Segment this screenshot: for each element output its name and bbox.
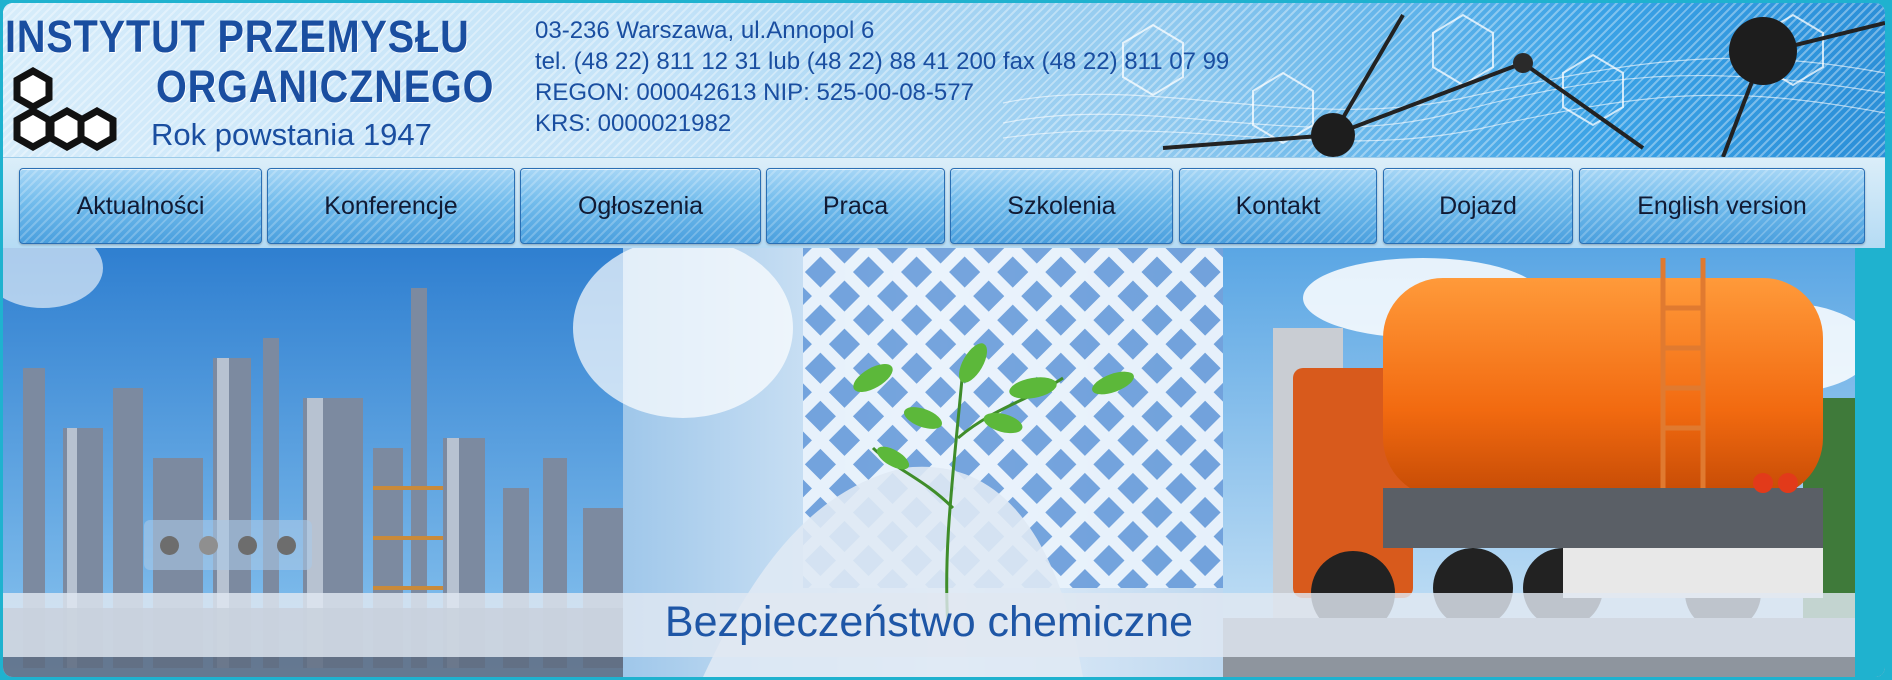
address-text: 03-236 Warszawa, ul.Annopol 6 [535, 17, 875, 44]
main-nav: Aktualności Konferencje Ogłoszenia Praca… [3, 157, 1885, 249]
nav-praca[interactable]: Praca [766, 168, 945, 244]
nav-dojazd[interactable]: Dojazd [1383, 168, 1573, 244]
ipo-logo-icon [13, 66, 117, 152]
nav-english-version[interactable]: English version [1579, 168, 1865, 244]
nav-label: Praca [822, 191, 889, 220]
nav-aktualnosci[interactable]: Aktualności [19, 168, 262, 244]
founded-year: Rok powstania 1947 [151, 117, 432, 152]
nav-kontakt[interactable]: Kontakt [1179, 168, 1377, 244]
logo-title-line1: INSTYTUT PRZEMYSŁU [5, 11, 470, 62]
frame-edge [1855, 248, 1885, 677]
nav-label: Dojazd [1439, 191, 1517, 220]
page-frame: INSTYTUT PRZEMYSŁU ORGANICZNEGO Rok pows… [3, 3, 1885, 677]
contact-info: 03-236 Warszawa, ul.Annopol 6 tel. (48 2… [535, 15, 1229, 139]
nav-konferencje[interactable]: Konferencje [267, 168, 515, 244]
nav-label: Aktualności [76, 191, 205, 220]
slide-dot-3[interactable] [238, 536, 257, 555]
site-header: INSTYTUT PRZEMYSŁU ORGANICZNEGO Rok pows… [3, 3, 1885, 157]
slider-pagination [144, 520, 312, 570]
regon-nip-text: REGON: 000042613 NIP: 525-00-08-577 [535, 79, 974, 106]
slide-dot-1[interactable] [160, 536, 179, 555]
nav-label: Konferencje [324, 191, 458, 220]
slide-dot-4[interactable] [277, 536, 296, 555]
phone-text: tel. (48 22) 811 12 31 lub (48 22) 88 41… [535, 48, 1230, 75]
logo-title-line2: ORGANICZNEGO [156, 61, 495, 112]
nav-label: Kontakt [1235, 191, 1321, 220]
nav-ogloszenia[interactable]: Ogłoszenia [520, 168, 761, 244]
nav-label: English version [1637, 191, 1807, 220]
nav-label: Ogłoszenia [577, 191, 704, 220]
krs-text: KRS: 0000021982 [535, 110, 732, 137]
nav-szkolenia[interactable]: Szkolenia [950, 168, 1173, 244]
slide-caption: Bezpieczeństwo chemiczne [664, 598, 1194, 646]
nav-label: Szkolenia [1007, 191, 1116, 220]
slide-dot-2[interactable] [199, 536, 218, 555]
